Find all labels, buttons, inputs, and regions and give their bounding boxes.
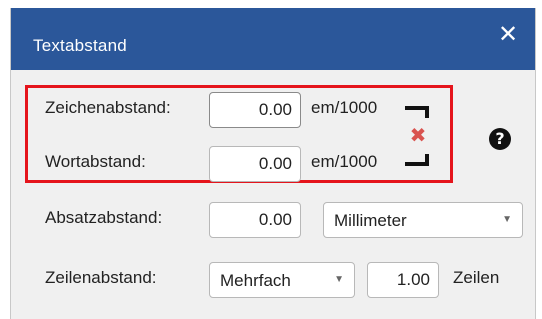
close-button[interactable]: ✕ xyxy=(491,20,525,50)
line-spacing-mode-dropdown[interactable]: Mehrfach ▼ xyxy=(209,262,355,298)
char-spacing-label: Zeichenabstand: xyxy=(45,98,171,117)
line-spacing-mode-value: Mehrfach xyxy=(220,271,291,290)
word-spacing-label: Wortabstand: xyxy=(45,152,146,171)
paragraph-spacing-input[interactable] xyxy=(209,202,301,238)
title-bar: Textabstand ✕ xyxy=(11,8,535,70)
paragraph-unit-dropdown[interactable]: Millimeter ▼ xyxy=(323,202,523,238)
line-spacing-input[interactable] xyxy=(367,262,439,298)
char-spacing-unit: em/1000 xyxy=(311,98,378,117)
chevron-down-icon: ▼ xyxy=(334,274,344,285)
paragraph-unit-value: Millimeter xyxy=(334,211,407,230)
dialog-title: Textabstand xyxy=(33,36,127,55)
chevron-down-icon: ▼ xyxy=(502,214,512,225)
line-spacing-unit: Zeilen xyxy=(453,268,500,287)
chain-link-broken-icon[interactable]: ✖ xyxy=(405,100,435,172)
text-spacing-dialog: Textabstand ✕ Zeichenabstand: em/1000 Wo… xyxy=(10,8,536,319)
char-spacing-input[interactable] xyxy=(209,92,301,128)
paragraph-spacing-label: Absatzabstand: xyxy=(45,208,163,227)
line-spacing-label: Zeilenabstand: xyxy=(45,268,157,287)
help-icon[interactable]: ? xyxy=(489,128,511,150)
word-spacing-input[interactable] xyxy=(209,146,301,182)
word-spacing-unit: em/1000 xyxy=(311,152,378,171)
unlink-icon: ✖ xyxy=(410,123,427,147)
dialog-content: Zeichenabstand: em/1000 Wortabstand: em/… xyxy=(11,70,535,319)
